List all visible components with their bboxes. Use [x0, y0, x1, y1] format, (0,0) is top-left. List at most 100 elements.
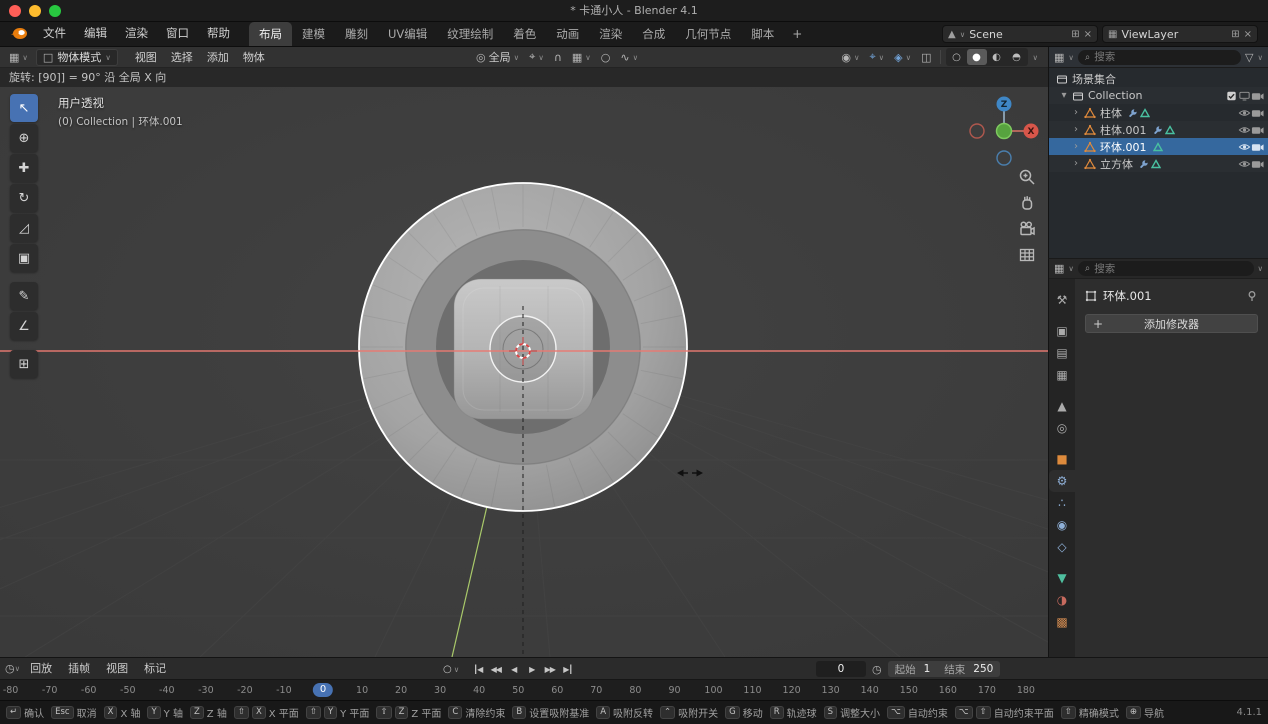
- proportional-falloff-dropdown[interactable]: ∿ ∨: [615, 48, 643, 66]
- tool-cursor[interactable]: ⊕: [10, 124, 38, 152]
- new-scene-icon[interactable]: ⊞: [1071, 29, 1079, 40]
- properties-tab-output[interactable]: ▤: [1049, 342, 1075, 364]
- viewport-menu-add[interactable]: 添加: [200, 47, 236, 68]
- tool-measure[interactable]: ∠: [10, 312, 38, 340]
- disable-render-camera-icon[interactable]: [1251, 108, 1264, 118]
- pivot-point-dropdown[interactable]: ⌖ ∨: [524, 48, 549, 66]
- expand-chevron-icon[interactable]: ›: [1071, 124, 1081, 135]
- object-visibility-dropdown[interactable]: ◉ ∨: [836, 48, 864, 66]
- disable-render-camera-icon[interactable]: [1251, 125, 1264, 135]
- tool-scale[interactable]: ◿: [10, 214, 38, 242]
- properties-tab-material[interactable]: ◑: [1049, 589, 1075, 611]
- workspace-tab-texture-paint[interactable]: 纹理绘制: [437, 22, 503, 46]
- outliner-collection[interactable]: ▾ Collection: [1049, 87, 1268, 104]
- timeline-menu-keying[interactable]: 插帧: [60, 658, 98, 680]
- shading-rendered-button[interactable]: ◓: [1007, 49, 1027, 65]
- prev-keyframe-button[interactable]: ◀◀: [487, 661, 504, 677]
- menu-help[interactable]: 帮助: [198, 21, 239, 46]
- tool-transform[interactable]: ▣: [10, 244, 38, 272]
- outliner-search[interactable]: ⌕: [1078, 50, 1241, 65]
- viewlayer-selector[interactable]: ▦ ViewLayer ⊞ ×: [1102, 25, 1258, 43]
- workspace-tab-rendering[interactable]: 渲染: [589, 22, 632, 46]
- shading-solid-button[interactable]: ●: [967, 49, 987, 65]
- tool-add-cube[interactable]: ⊞: [10, 350, 38, 378]
- next-keyframe-button[interactable]: ▶▶: [541, 661, 558, 677]
- properties-tab-object[interactable]: ■: [1049, 448, 1075, 470]
- pan-hand-icon[interactable]: [1018, 194, 1036, 212]
- properties-tab-particles[interactable]: ∴: [1049, 492, 1075, 514]
- outliner-scene-collection[interactable]: 场景集合: [1049, 70, 1268, 87]
- add-workspace-button[interactable]: +: [784, 22, 810, 46]
- current-frame-indicator[interactable]: 0: [313, 683, 333, 697]
- disable-render-camera-icon[interactable]: [1251, 91, 1264, 101]
- gizmos-dropdown[interactable]: ⌖ ∨: [864, 48, 889, 66]
- expand-chevron-icon[interactable]: ›: [1071, 158, 1081, 169]
- current-frame-field[interactable]: 0: [816, 661, 866, 677]
- scene-selector[interactable]: ▲ ∨ Scene ⊞ ×: [942, 25, 1098, 43]
- filter-icon[interactable]: ▽: [1245, 51, 1253, 64]
- properties-tab-texture[interactable]: ▩: [1049, 611, 1075, 633]
- hide-eye-icon[interactable]: [1238, 108, 1251, 118]
- camera-view-icon[interactable]: [1018, 220, 1036, 238]
- tool-annotate[interactable]: ✎: [10, 282, 38, 310]
- outliner-item-cube[interactable]: › 立方体: [1049, 155, 1268, 172]
- shading-material-preview-button[interactable]: ◐: [987, 49, 1007, 65]
- delete-viewlayer-icon[interactable]: ×: [1244, 29, 1252, 40]
- properties-tab-render[interactable]: ▣: [1049, 320, 1075, 342]
- workspace-tab-sculpting[interactable]: 雕刻: [335, 22, 378, 46]
- hide-eye-icon[interactable]: [1238, 159, 1251, 169]
- editor-type-icon[interactable]: ◷: [5, 662, 15, 675]
- viewport-menu-select[interactable]: 选择: [164, 47, 200, 68]
- properties-search-input[interactable]: [1094, 263, 1246, 275]
- play-button[interactable]: ▶: [523, 661, 540, 677]
- properties-tab-constraints[interactable]: ◇: [1049, 536, 1075, 558]
- navigation-gizmo[interactable]: Z X: [962, 90, 1046, 174]
- collapse-chevron-icon[interactable]: ▾: [1059, 90, 1069, 101]
- outliner-search-input[interactable]: [1094, 51, 1234, 63]
- gizmo-negative-z-ball[interactable]: [997, 151, 1011, 165]
- properties-tab-tool[interactable]: ⚒: [1049, 289, 1075, 311]
- properties-tab-modifiers[interactable]: ⚙: [1049, 470, 1075, 492]
- timeline-menu-marker[interactable]: 标记: [136, 658, 174, 680]
- properties-tab-world[interactable]: ◎: [1049, 417, 1075, 439]
- viewport-canvas[interactable]: [0, 68, 1048, 657]
- properties-tab-scene[interactable]: ▲: [1049, 395, 1075, 417]
- jump-to-end-button[interactable]: ▶┃: [559, 661, 576, 677]
- snap-toggle-button[interactable]: ∩: [549, 48, 567, 66]
- shading-wireframe-button[interactable]: ○: [947, 49, 967, 65]
- shading-settings-dropdown[interactable]: ∨: [1028, 48, 1044, 66]
- workspace-tab-compositing[interactable]: 合成: [632, 22, 675, 46]
- exclude-viewport-monitor-icon[interactable]: [1238, 91, 1251, 101]
- end-frame-field[interactable]: 结束 250: [937, 661, 1000, 677]
- tool-rotate[interactable]: ↻: [10, 184, 38, 212]
- timeline-menu-view[interactable]: 视图: [98, 658, 136, 680]
- transform-orientation-dropdown[interactable]: ◎ 全局 ∨: [471, 48, 524, 66]
- menu-edit[interactable]: 编辑: [75, 21, 116, 46]
- properties-tab-physics[interactable]: ◉: [1049, 514, 1075, 536]
- menu-window[interactable]: 窗口: [157, 21, 198, 46]
- close-window-button[interactable]: [9, 5, 21, 17]
- workspace-tab-layout[interactable]: 布局: [249, 22, 292, 46]
- workspace-tab-uv-editing[interactable]: UV编辑: [378, 22, 437, 46]
- hide-eye-icon[interactable]: [1238, 142, 1251, 152]
- expand-chevron-icon[interactable]: ›: [1071, 141, 1081, 152]
- editor-type-icon[interactable]: ▦: [1054, 262, 1064, 275]
- editor-type-icon[interactable]: ▦: [1054, 51, 1064, 64]
- timeline-menu-playback[interactable]: 回放: [22, 658, 60, 680]
- blender-logo-icon[interactable]: [10, 25, 28, 44]
- gizmo-negative-x-ball[interactable]: [970, 124, 984, 138]
- toggle-orthographic-icon[interactable]: [1018, 246, 1036, 264]
- workspace-tab-animation[interactable]: 动画: [546, 22, 589, 46]
- menu-render[interactable]: 渲染: [116, 21, 157, 46]
- properties-tab-data[interactable]: ▼: [1049, 567, 1075, 589]
- add-modifier-button[interactable]: + 添加修改器: [1085, 314, 1258, 333]
- workspace-tab-shading[interactable]: 着色: [503, 22, 546, 46]
- play-reverse-button[interactable]: ◀: [505, 661, 522, 677]
- outliner-item-cylinder[interactable]: › 柱体: [1049, 104, 1268, 121]
- overlays-dropdown[interactable]: ◈ ∨: [889, 48, 916, 66]
- new-viewlayer-icon[interactable]: ⊞: [1231, 29, 1239, 40]
- hide-eye-icon[interactable]: [1238, 125, 1251, 135]
- xray-toggle-button[interactable]: ◫: [916, 48, 936, 66]
- viewport-3d[interactable]: 旋转: [90]] = 90° 沿 全局 X 向: [0, 68, 1048, 657]
- zoom-icon[interactable]: [1018, 168, 1036, 186]
